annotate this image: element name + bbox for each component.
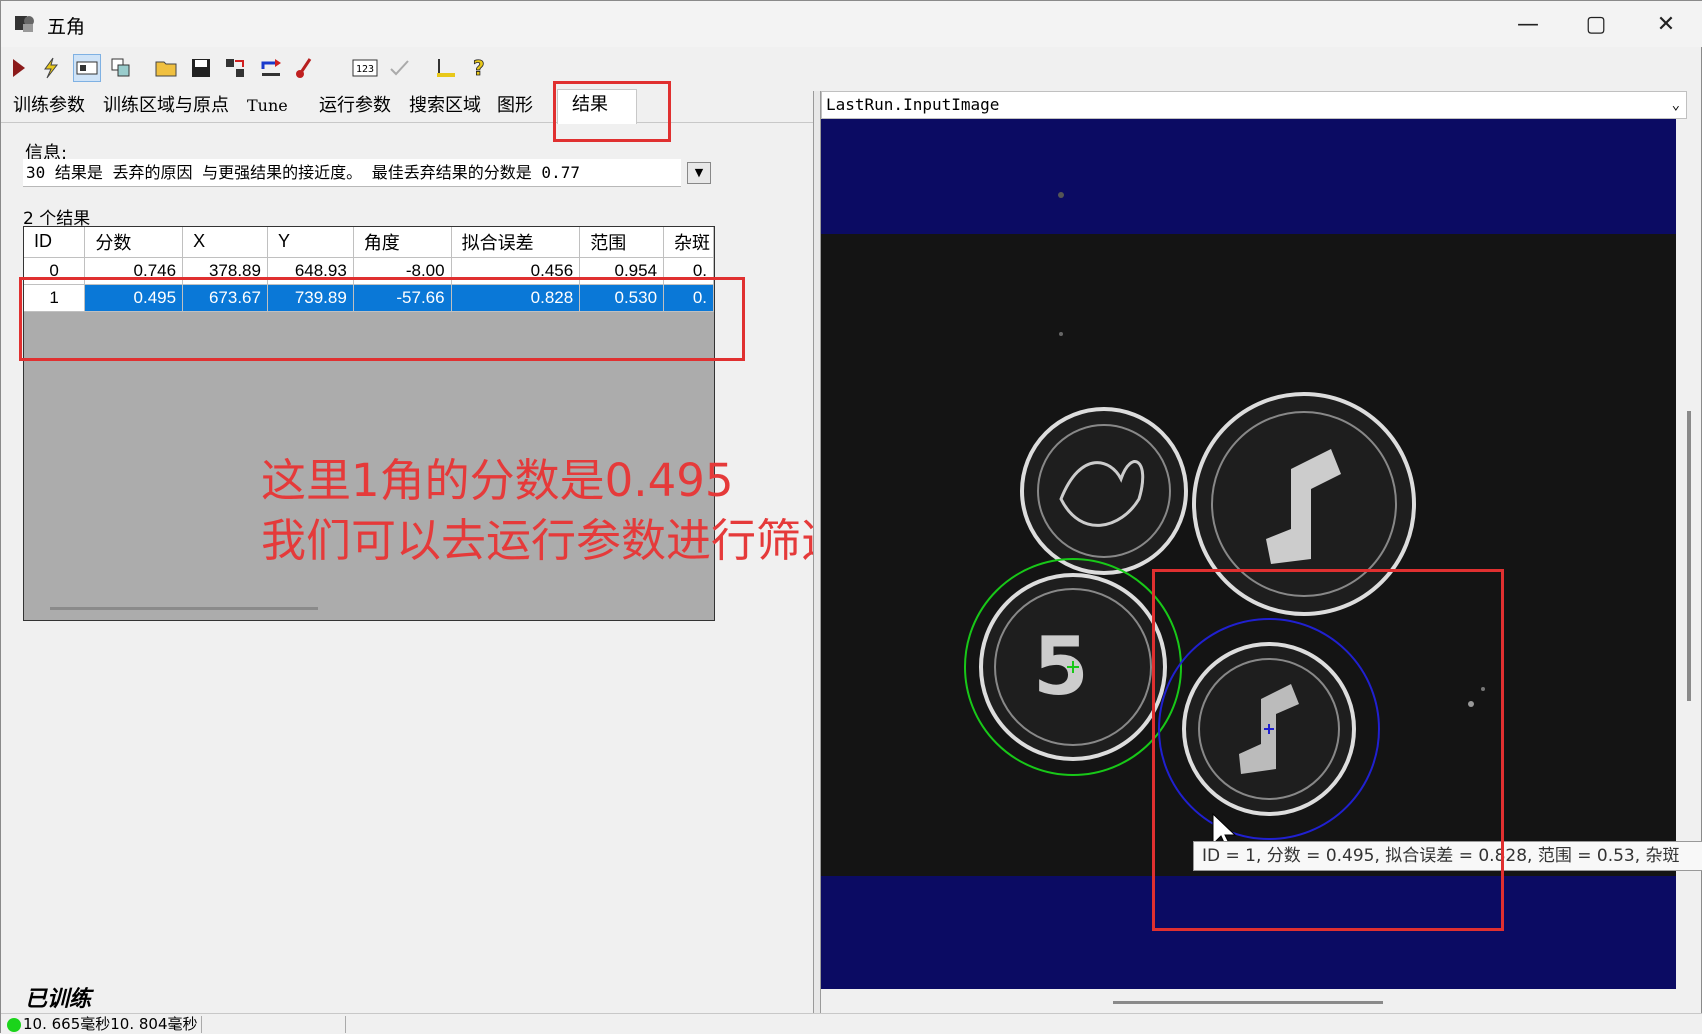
tab-train-params[interactable]: 训练参数 <box>7 91 91 123</box>
coin-top-left <box>1020 407 1188 575</box>
toolbar: 123 ? <box>1 51 1702 85</box>
measure-icon[interactable] <box>431 54 459 82</box>
svg-text:?: ? <box>473 57 485 79</box>
annotation-line-2: 我们可以去运行参数进行筛选 <box>261 514 847 567</box>
image-source-value: LastRun.InputImage <box>826 95 1000 114</box>
tab-bar: 训练参数 训练区域与原点 Tune 运行参数 搜索区域 图形 结果 <box>1 89 813 124</box>
reset-icon[interactable] <box>257 54 285 82</box>
coin-highlight-box <box>1152 569 1504 931</box>
brush-icon[interactable] <box>291 54 319 82</box>
col-angle[interactable]: 角度 <box>353 227 452 258</box>
svg-text:123: 123 <box>356 64 374 75</box>
close-button[interactable]: ✕ <box>1641 9 1691 41</box>
check-disabled-icon[interactable] <box>385 54 413 82</box>
run-icon[interactable] <box>5 54 33 82</box>
trained-status-label: 已训练 <box>25 987 92 1012</box>
status-divider <box>201 1016 202 1033</box>
tab-run-params[interactable]: 运行参数 <box>313 91 397 123</box>
col-clutter[interactable]: 杂斑 <box>663 227 714 258</box>
svg-text:5: 5 <box>1033 620 1089 713</box>
numeric-icon[interactable]: 123 <box>351 54 379 82</box>
panel-splitter[interactable] <box>813 91 821 1013</box>
window-title: 五角 <box>47 16 86 38</box>
image-horizontal-scrollbar[interactable] <box>1113 1001 1383 1004</box>
info-dropdown-button[interactable]: ▼ <box>687 162 711 184</box>
col-y[interactable]: Y <box>267 227 354 258</box>
tab-highlight-box <box>553 81 671 142</box>
minimize-button[interactable]: — <box>1503 9 1553 41</box>
image-source-selector[interactable]: LastRun.InputImage ⌄ <box>821 91 1687 119</box>
col-coverage[interactable]: 范围 <box>579 227 665 258</box>
app-icon <box>15 16 34 32</box>
row-highlight-box <box>19 277 745 361</box>
open-folder-icon[interactable] <box>153 54 181 82</box>
lightning-icon[interactable] <box>37 54 65 82</box>
annotation-line-1: 这里1角的分数是0.495 <box>261 454 734 507</box>
col-x[interactable]: X <box>182 227 268 258</box>
maximize-button[interactable]: ▢ <box>1571 9 1621 41</box>
col-score[interactable]: 分数 <box>84 227 184 258</box>
tab-train-region[interactable]: 训练区域与原点 <box>97 91 235 123</box>
copy-region-icon[interactable] <box>107 54 135 82</box>
tab-search-region[interactable]: 搜索区域 <box>403 91 487 123</box>
chevron-down-icon: ⌄ <box>1671 97 1680 113</box>
col-fit-error[interactable]: 拟合误差 <box>451 227 581 258</box>
timing-text: 10. 665毫秒10. 804毫秒 <box>23 1015 198 1033</box>
col-id[interactable]: ID <box>24 227 86 258</box>
title-bar: 五角 — ▢ ✕ <box>1 1 1702 47</box>
save-icon[interactable] <box>187 54 215 82</box>
import-icon[interactable] <box>221 54 249 82</box>
annotation-text: 这里1角的分数是0.495 我们可以去运行参数进行筛选 <box>261 451 846 571</box>
display-icon[interactable] <box>73 54 101 82</box>
status-divider <box>345 1016 346 1033</box>
grid-horizontal-scrollbar[interactable] <box>50 607 318 610</box>
tab-graphics[interactable]: 图形 <box>491 91 539 123</box>
image-vertical-scrollbar[interactable] <box>1687 411 1691 701</box>
status-indicator-icon <box>7 1018 21 1032</box>
help-icon[interactable]: ? <box>465 54 493 82</box>
application-window: 五角 — ▢ ✕ 123 ? 训练参数 训练区域与原点 Tune 运行参数 搜索… <box>0 0 1702 1034</box>
tab-tune[interactable]: Tune <box>241 91 294 123</box>
info-field[interactable]: 30 结果是 丢弃的原因 与更强结果的接近度。 最佳丢弃结果的分数是 0.77 <box>23 159 681 187</box>
status-bar: 10. 665毫秒10. 804毫秒 <box>1 1013 1702 1034</box>
